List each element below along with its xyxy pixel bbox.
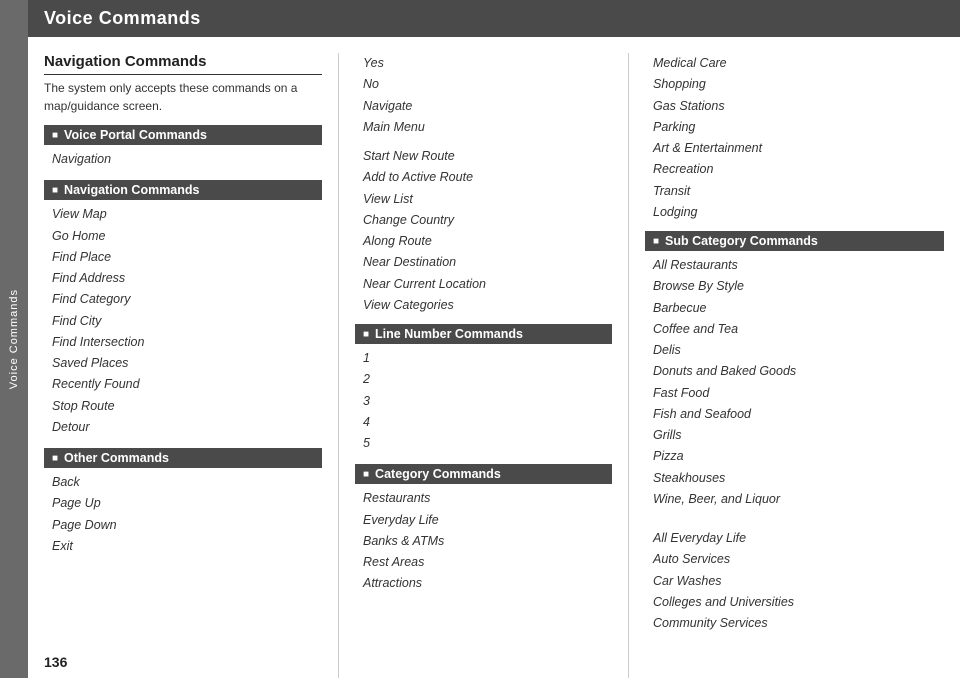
list-item: View Map [44, 204, 322, 225]
list-item: Recreation [645, 159, 944, 180]
list-item: Go Home [44, 226, 322, 247]
list-item: Change Country [355, 210, 612, 231]
list-item: 1 [355, 348, 612, 369]
list-item: Recently Found [44, 374, 322, 395]
list-item: Shopping [645, 74, 944, 95]
navigation-commands-heading: Navigation Commands [44, 180, 322, 200]
other-commands-section: Other Commands Back Page Up Page Down Ex… [44, 448, 322, 557]
list-item: Gas Stations [645, 96, 944, 117]
column-1: Navigation Commands The system only acce… [28, 53, 338, 678]
list-item: Yes [355, 53, 612, 74]
page-number: 136 [44, 654, 67, 670]
page-header: Voice Commands [28, 0, 960, 37]
list-item: Everyday Life [355, 510, 612, 531]
line-number-heading: Line Number Commands [355, 324, 612, 344]
list-item: All Restaurants [645, 255, 944, 276]
list-item: Add to Active Route [355, 167, 612, 188]
list-item: Transit [645, 181, 944, 202]
list-item: Pizza [645, 446, 944, 467]
list-item: Auto Services [645, 549, 944, 570]
list-item: 3 [355, 391, 612, 412]
list-item: Car Washes [645, 571, 944, 592]
list-item: Page Up [44, 493, 322, 514]
other-commands-heading: Other Commands [44, 448, 322, 468]
list-item: Find Address [44, 268, 322, 289]
list-item: Detour [44, 417, 322, 438]
list-item: Back [44, 472, 322, 493]
sidebar: Voice Commands [0, 0, 28, 678]
list-item: Colleges and Universities [645, 592, 944, 613]
list-item: Find Category [44, 289, 322, 310]
list-item: Lodging [645, 202, 944, 223]
list-item: Banks & ATMs [355, 531, 612, 552]
list-item: Find City [44, 311, 322, 332]
list-item: Navigation [44, 149, 322, 170]
voice-portal-section: Voice Portal Commands Navigation [44, 125, 322, 170]
list-item: Coffee and Tea [645, 319, 944, 340]
list-item: Wine, Beer, and Liquor [645, 489, 944, 510]
sub-category-heading: Sub Category Commands [645, 231, 944, 251]
list-item: 2 [355, 369, 612, 390]
list-item: Near Current Location [355, 274, 612, 295]
list-item: Restaurants [355, 488, 612, 509]
navigation-commands-section: Navigation Commands View Map Go Home Fin… [44, 180, 322, 438]
list-item: Near Destination [355, 252, 612, 273]
list-item: Art & Entertainment [645, 138, 944, 159]
category-commands-section: Category Commands Restaurants Everyday L… [355, 464, 612, 594]
body-area: Navigation Commands The system only acce… [28, 37, 960, 678]
list-item: Find Intersection [44, 332, 322, 353]
column-2: Yes No Navigate Main Menu Start New Rout… [338, 53, 628, 678]
list-item: Attractions [355, 573, 612, 594]
list-item: Start New Route [355, 146, 612, 167]
list-item: Navigate [355, 96, 612, 117]
list-item: Fast Food [645, 383, 944, 404]
list-item: 4 [355, 412, 612, 433]
list-item: Browse By Style [645, 276, 944, 297]
list-item: View Categories [355, 295, 612, 316]
list-item: Delis [645, 340, 944, 361]
list-item: Main Menu [355, 117, 612, 138]
column-3: Medical Care Shopping Gas Stations Parki… [628, 53, 960, 678]
list-item: Medical Care [645, 53, 944, 74]
list-item: View List [355, 189, 612, 210]
main-section-title: Navigation Commands [44, 53, 322, 75]
list-item: 5 [355, 433, 612, 454]
list-item: Exit [44, 536, 322, 557]
list-item: Community Services [645, 613, 944, 634]
list-item: Fish and Seafood [645, 404, 944, 425]
sub-category-section: Sub Category Commands All Restaurants Br… [645, 231, 944, 510]
list-item: Grills [645, 425, 944, 446]
list-item: Rest Areas [355, 552, 612, 573]
voice-portal-heading: Voice Portal Commands [44, 125, 322, 145]
list-item: Saved Places [44, 353, 322, 374]
list-item: No [355, 74, 612, 95]
list-item: Page Down [44, 515, 322, 536]
list-item: Barbecue [645, 298, 944, 319]
list-item: All Everyday Life [645, 528, 944, 549]
header-title: Voice Commands [44, 8, 201, 28]
list-item: Donuts and Baked Goods [645, 361, 944, 382]
intro-text: The system only accepts these commands o… [44, 79, 322, 115]
list-item: Steakhouses [645, 468, 944, 489]
list-item: Stop Route [44, 396, 322, 417]
main-content: Voice Commands Navigation Commands The s… [28, 0, 960, 678]
list-item: Find Place [44, 247, 322, 268]
sidebar-label: Voice Commands [8, 289, 20, 389]
list-item: Along Route [355, 231, 612, 252]
line-number-section: Line Number Commands 1 2 3 4 5 [355, 324, 612, 454]
list-item: Parking [645, 117, 944, 138]
category-commands-heading: Category Commands [355, 464, 612, 484]
